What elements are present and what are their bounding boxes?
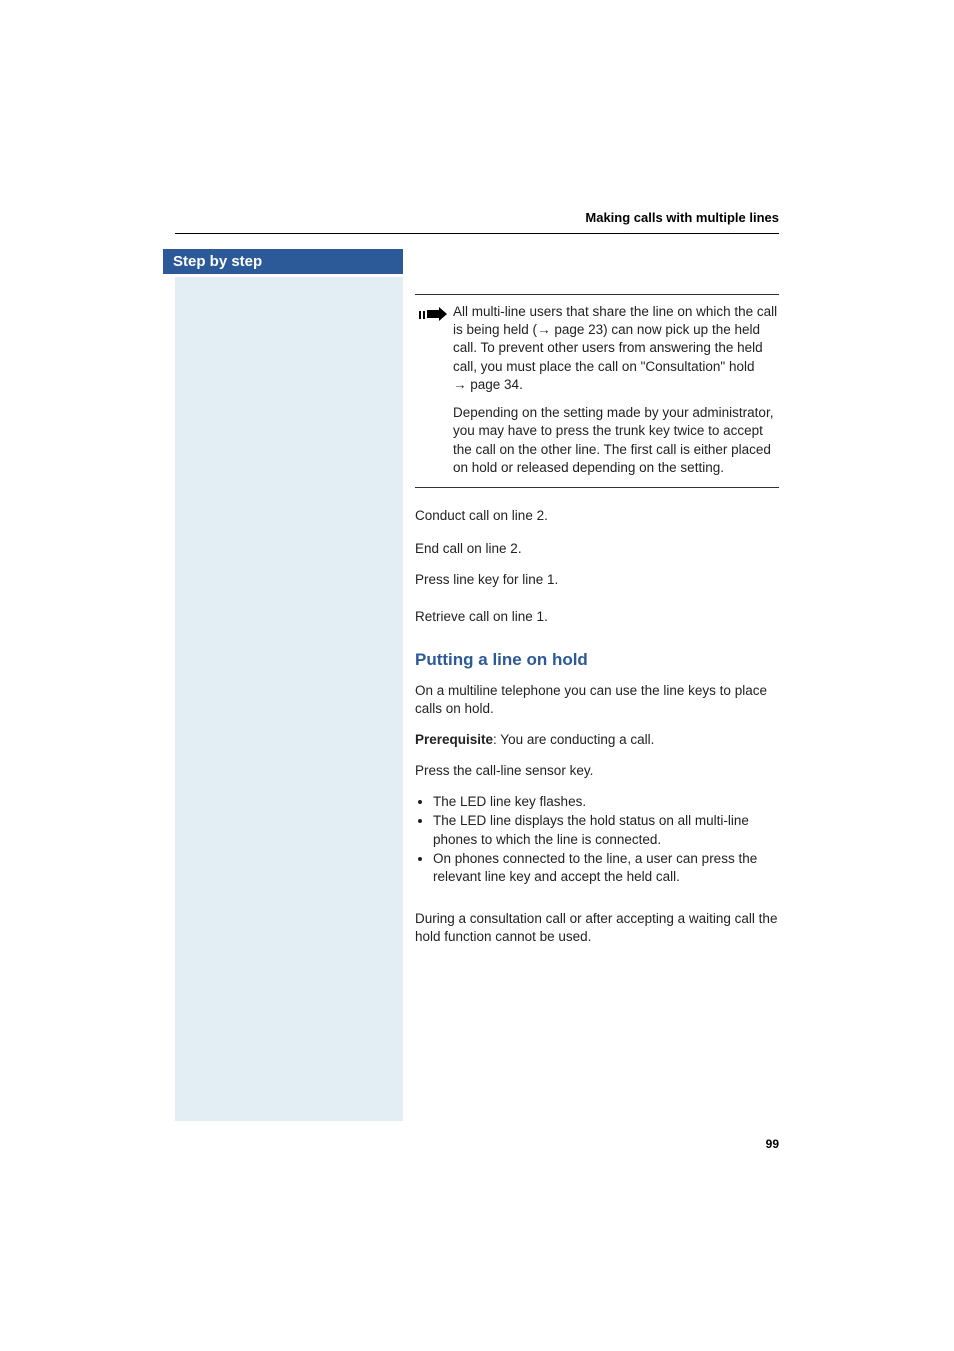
step-text: Press line key for line 1. [415,570,779,589]
note-text: All multi-line users that share the line… [453,303,779,477]
step-text: Conduct call on line 2. [415,506,779,525]
arrow-icon: → [537,322,554,337]
step-row-bullets: The LED line key flashes. The LED line d… [415,792,779,898]
step-row-retrieve-call: Retrieve call on line 1. [415,607,779,628]
step-row-end-call: End call on line 2. [415,539,779,558]
list-item: The LED line key flashes. [433,793,779,811]
prerequisite-text: : You are conducting a call. [493,732,654,747]
section-heading-putting-line-on-hold: Putting a line on hold [415,650,779,670]
note-icon-column [415,303,453,477]
header-rule [175,233,779,234]
page-header-title: Making calls with multiple lines [175,210,779,225]
note-para-1: All multi-line users that share the line… [453,303,779,394]
note-para-2: Depending on the setting made by your ad… [453,404,779,477]
arrow-icon: → [453,377,470,392]
step-row-press-line-key: Press line key for line 1. [415,570,779,595]
list-item: On phones connected to the line, a user … [433,850,779,886]
step-text: End call on line 2. [415,539,779,558]
main-content: All multi-line users that share the line… [415,274,779,947]
note-p1-post: . [519,377,523,392]
step-text: Press the call-line sensor key. [415,761,779,780]
note-p1-link2: page 34 [470,377,519,392]
bullet-list: The LED line key flashes. The LED line d… [415,793,779,886]
step-row-conduct-call: Conduct call on line 2. [415,506,779,527]
step-row-press-sensor: Press the call-line sensor key. [415,761,779,780]
prerequisite-line: Prerequisite: You are conducting a call. [415,731,779,749]
prerequisite-label: Prerequisite [415,732,493,747]
note-box: All multi-line users that share the line… [415,294,779,488]
sidebar-background [175,277,403,1121]
note-arrow-icon [419,307,447,326]
step-text: The LED line key flashes. The LED line d… [415,792,779,898]
step-text: Retrieve call on line 1. [415,607,779,626]
step-by-step-banner: Step by step [163,249,403,274]
section-intro: On a multiline telephone you can use the… [415,682,779,718]
note-p1-link1: page 23 [554,322,603,337]
page-number: 99 [766,1137,779,1151]
section-outro: During a consultation call or after acce… [415,910,779,946]
list-item: The LED line displays the hold status on… [433,812,779,848]
